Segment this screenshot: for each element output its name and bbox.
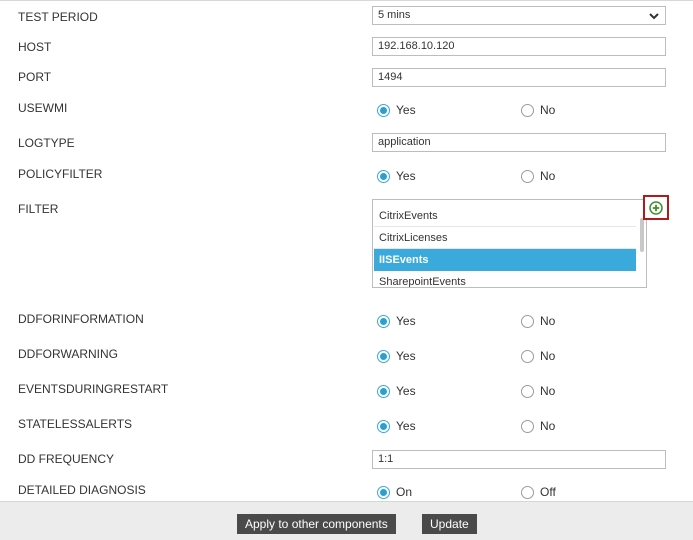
usewmi-no-radio[interactable]: No: [521, 103, 555, 117]
policyfilter-yes-label: Yes: [396, 169, 416, 183]
statelessalerts-yes-radio[interactable]: Yes: [377, 419, 416, 433]
eventsduringrestart-no-radio[interactable]: No: [521, 384, 555, 398]
ddforwarning-no-radio[interactable]: No: [521, 349, 555, 363]
ddforwarning-yes-radio[interactable]: Yes: [377, 349, 416, 363]
filter-listbox[interactable]: CitrixEvents CitrixLicenses IISEvents Sh…: [372, 199, 647, 288]
footer-bar: Apply to other components Update: [0, 501, 693, 540]
test-period-select[interactable]: 5 mins: [372, 6, 666, 25]
radio-checked-icon: [377, 384, 390, 398]
ddforinformation-no-label: No: [540, 314, 556, 328]
logtype-input[interactable]: application: [372, 133, 666, 152]
ddforinformation-yes-label: Yes: [396, 314, 416, 328]
host-input[interactable]: 192.168.10.120: [372, 37, 666, 56]
radio-checked-icon: [377, 103, 390, 117]
test-period-label: TEST PERIOD: [18, 10, 98, 24]
policyfilter-label: POLICYFILTER: [18, 167, 103, 181]
usewmi-yes-label: Yes: [396, 103, 416, 117]
detailed-diagnosis-off-label: Off: [540, 485, 556, 499]
eventsduringrestart-yes-radio[interactable]: Yes: [377, 384, 416, 398]
radio-checked-icon: [377, 169, 390, 183]
detailed-diagnosis-on-radio[interactable]: On: [377, 485, 412, 499]
usewmi-yes-radio[interactable]: Yes: [377, 103, 416, 117]
dd-frequency-label: DD FREQUENCY: [18, 452, 115, 466]
policyfilter-yes-radio[interactable]: Yes: [377, 169, 416, 183]
ddforinformation-yes-radio[interactable]: Yes: [377, 314, 416, 328]
statelessalerts-no-label: No: [540, 419, 556, 433]
port-input[interactable]: 1494: [372, 68, 666, 87]
radio-checked-icon: [377, 419, 390, 433]
detailed-diagnosis-label: DETAILED DIAGNOSIS: [18, 483, 146, 497]
policyfilter-no-radio[interactable]: No: [521, 169, 555, 183]
update-button[interactable]: Update: [422, 514, 477, 534]
filter-option-selected[interactable]: IISEvents: [374, 249, 636, 271]
filter-label: FILTER: [18, 202, 59, 216]
logtype-label: LOGTYPE: [18, 136, 75, 150]
test-period-value: 5 mins: [378, 9, 411, 21]
statelessalerts-label: STATELESSALERTS: [18, 417, 133, 431]
ddforwarning-yes-label: Yes: [396, 349, 416, 363]
ddforwarning-label: DDFORWARNING: [18, 347, 118, 361]
ddforinformation-label: DDFORINFORMATION: [18, 312, 144, 326]
radio-unchecked-icon: [521, 349, 534, 363]
chevron-down-icon: [649, 12, 659, 19]
radio-checked-icon: [377, 349, 390, 363]
plus-circle-icon: [649, 200, 663, 215]
detailed-diagnosis-on-label: On: [396, 485, 413, 499]
radio-unchecked-icon: [521, 103, 534, 117]
statelessalerts-no-radio[interactable]: No: [521, 419, 555, 433]
filter-option[interactable]: CitrixLicenses: [374, 227, 636, 249]
eventsduringrestart-yes-label: Yes: [396, 384, 416, 398]
host-label: HOST: [18, 40, 52, 54]
ddforinformation-no-radio[interactable]: No: [521, 314, 555, 328]
usewmi-no-label: No: [540, 103, 556, 117]
dd-frequency-input[interactable]: 1:1: [372, 450, 666, 469]
ddforwarning-no-label: No: [540, 349, 556, 363]
eventsduringrestart-no-label: No: [540, 384, 556, 398]
radio-checked-icon: [377, 485, 390, 499]
eventsduringrestart-label: EVENTSDURINGRESTART: [18, 382, 169, 396]
usewmi-label: USEWMI: [18, 101, 68, 115]
filter-add-button[interactable]: [643, 195, 669, 220]
detailed-diagnosis-off-radio[interactable]: Off: [521, 485, 556, 499]
filter-option[interactable]: SharepointEvents: [374, 271, 636, 287]
radio-checked-icon: [377, 314, 390, 328]
listbox-scrollbar[interactable]: [640, 218, 644, 252]
filter-option[interactable]: CitrixEvents: [374, 205, 636, 227]
radio-unchecked-icon: [521, 169, 534, 183]
radio-unchecked-icon: [521, 419, 534, 433]
radio-unchecked-icon: [521, 485, 534, 499]
top-divider: [0, 0, 693, 1]
apply-to-other-components-button[interactable]: Apply to other components: [237, 514, 396, 534]
statelessalerts-yes-label: Yes: [396, 419, 416, 433]
radio-unchecked-icon: [521, 314, 534, 328]
radio-unchecked-icon: [521, 384, 534, 398]
policyfilter-no-label: No: [540, 169, 556, 183]
port-label: PORT: [18, 70, 52, 84]
